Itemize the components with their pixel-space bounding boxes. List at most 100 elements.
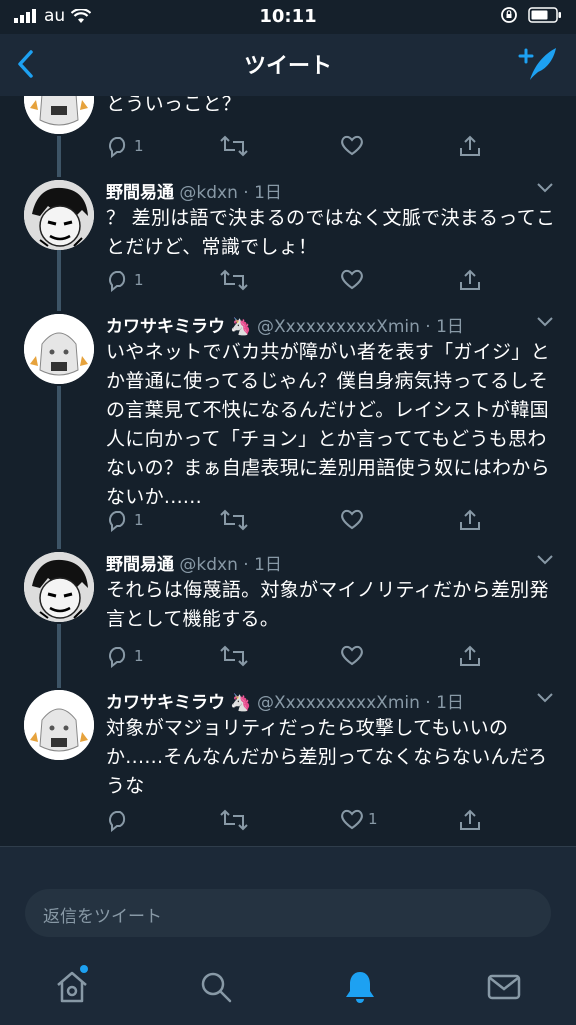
tweet-time: 1日 <box>436 693 464 713</box>
nav-bar: ツイート <box>0 34 576 96</box>
reply-icon <box>109 647 126 668</box>
heart-icon <box>341 645 363 666</box>
reply-input[interactable]: 返信をツイート <box>25 889 551 937</box>
user-name[interactable]: カワサキミラウ <box>106 693 225 713</box>
thread-line <box>57 386 61 549</box>
search-icon <box>201 972 232 1003</box>
tweet-actions: 1 <box>106 268 506 294</box>
tweet-time: 1日 <box>436 317 464 337</box>
user-handle[interactable]: @kdxn <box>179 555 237 575</box>
share-icon <box>460 509 480 530</box>
reply-button[interactable] <box>106 808 134 832</box>
avatar[interactable] <box>24 314 94 384</box>
avatar[interactable] <box>24 552 94 622</box>
reply-button[interactable]: 1 <box>106 644 144 668</box>
like-button[interactable] <box>340 268 368 290</box>
retweet-icon <box>220 135 248 157</box>
retweet-icon <box>220 645 248 667</box>
reply-icon <box>109 137 126 158</box>
tweet-actions: 1 <box>106 134 506 160</box>
bell-icon <box>346 972 374 1003</box>
retweet-button[interactable] <box>220 268 248 292</box>
retweet-button[interactable] <box>220 644 248 668</box>
avatar[interactable] <box>24 180 94 250</box>
notification-dot <box>80 965 88 973</box>
user-handle[interactable]: @XxxxxxxxxxXmin <box>257 317 420 337</box>
tweet-actions: 1 <box>106 644 506 670</box>
tweet-actions: 1 <box>106 508 506 534</box>
tab-bar <box>0 961 576 1025</box>
tab-messages[interactable] <box>486 969 522 1009</box>
thread-line <box>57 250 61 311</box>
share-icon <box>460 809 480 830</box>
heart-icon <box>341 509 363 530</box>
tweet-text: ？ 差別は語で決まるのではなく文脈で決まるってことだけど、常識でしょ！ <box>106 207 556 258</box>
unicorn-emoji: 🦄 <box>230 693 252 713</box>
conversation-timeline: とういっこと？ 1 野間易通 @kdxn · 1日 ？ 差別は語で決まるのではな… <box>0 96 576 846</box>
avatar[interactable] <box>24 96 94 134</box>
tab-notifications[interactable] <box>342 969 378 1009</box>
tweet-text: いやネットでバカ共が障がい者を表す「ガイジ」とか普通に使ってるじゃん？僕自身病気… <box>106 341 550 508</box>
thread-line <box>57 624 61 688</box>
user-handle[interactable]: @XxxxxxxxxxXmin <box>257 693 420 713</box>
home-icon <box>57 971 87 1003</box>
share-icon <box>460 645 480 666</box>
compose-tweet-icon[interactable] <box>518 44 558 84</box>
manga-face-avatar-icon <box>24 552 94 622</box>
tweet-time: 1日 <box>254 555 282 575</box>
retweet-icon <box>220 509 248 531</box>
girl-avatar-icon <box>24 96 94 134</box>
tab-home[interactable] <box>54 965 90 1009</box>
page-title: ツイート <box>243 54 332 79</box>
status-bar: au 10:11 <box>0 0 576 34</box>
reply-button[interactable]: 1 <box>106 508 144 532</box>
reply-button[interactable]: 1 <box>106 134 144 158</box>
status-time: 10:11 <box>259 6 317 27</box>
avatar[interactable] <box>24 690 94 760</box>
heart-icon <box>341 809 363 830</box>
user-handle[interactable]: @kdxn <box>179 183 237 203</box>
chevron-down-icon[interactable] <box>536 316 554 328</box>
status-right <box>500 6 562 24</box>
mail-icon <box>487 974 521 1000</box>
tab-search[interactable] <box>198 969 234 1009</box>
tweet-header: 野間易通 @kdxn · 1日 <box>106 183 282 203</box>
thread-line <box>57 136 61 177</box>
chevron-down-icon[interactable] <box>536 692 554 704</box>
reply-button[interactable]: 1 <box>106 268 144 292</box>
share-button[interactable] <box>458 644 482 668</box>
reply-count: 1 <box>134 511 144 529</box>
user-name[interactable]: カワサキミラウ <box>106 317 225 337</box>
like-button[interactable] <box>340 134 364 156</box>
retweet-button[interactable] <box>220 808 248 832</box>
manga-face-avatar-icon <box>24 180 94 250</box>
retweet-button[interactable] <box>220 508 248 532</box>
reply-placeholder: 返信をツイート <box>43 907 162 927</box>
retweet-button[interactable] <box>220 134 248 158</box>
rotation-lock-icon <box>501 7 517 23</box>
share-icon <box>460 269 480 290</box>
share-button[interactable] <box>458 268 482 292</box>
bottom-bar: 返信をツイート <box>0 846 576 1025</box>
girl-avatar-icon <box>24 690 94 760</box>
share-button[interactable] <box>458 808 482 832</box>
chevron-down-icon[interactable] <box>536 182 554 194</box>
battery-icon <box>528 7 561 23</box>
chevron-down-icon[interactable] <box>536 554 554 566</box>
unicorn-emoji: 🦄 <box>230 317 252 337</box>
like-button[interactable]: 1 <box>340 808 378 830</box>
like-button[interactable] <box>340 644 368 666</box>
reply-icon <box>109 511 126 532</box>
tweet-header: カワサキミラウ 🦄 @XxxxxxxxxxXmin · 1日 <box>106 317 464 337</box>
user-name[interactable]: 野間易通 <box>106 555 174 575</box>
like-button[interactable] <box>340 508 368 530</box>
share-button[interactable] <box>458 508 482 532</box>
retweet-icon <box>220 269 248 291</box>
user-name[interactable]: 野間易通 <box>106 183 174 203</box>
share-button[interactable] <box>458 134 482 158</box>
tweet-header: 野間易通 @kdxn · 1日 <box>106 555 282 575</box>
tweet-header: カワサキミラウ 🦄 @XxxxxxxxxxXmin · 1日 <box>106 693 464 713</box>
tweet-text: それらは侮蔑語。対象がマイノリティだから差別発言として機能する。 <box>106 579 549 630</box>
tweet-time: 1日 <box>254 183 282 203</box>
heart-icon <box>341 135 363 156</box>
